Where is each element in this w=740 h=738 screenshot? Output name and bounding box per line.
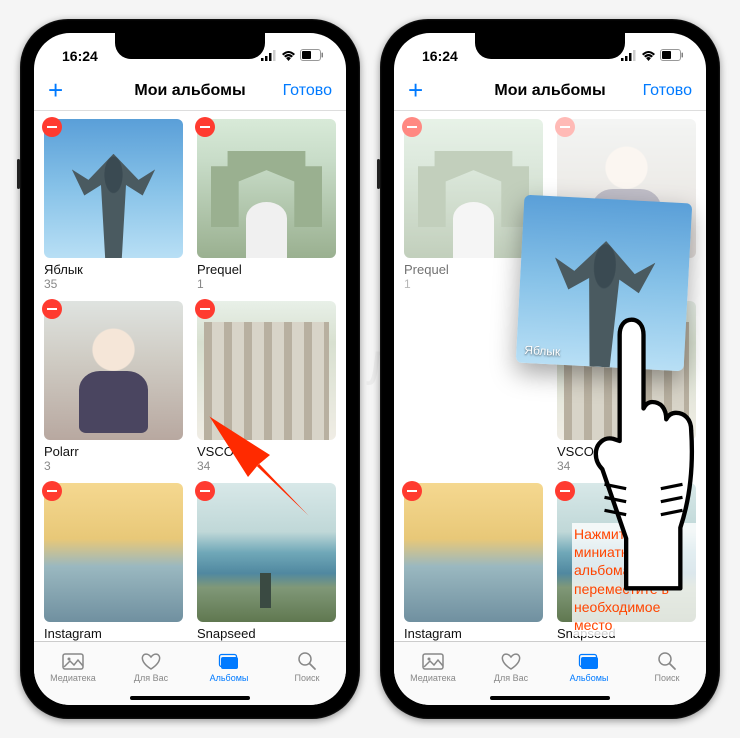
done-button[interactable]: Готово	[282, 82, 332, 100]
tab-label: Поиск	[655, 673, 680, 683]
delete-icon[interactable]	[555, 481, 575, 501]
album-thumbnail[interactable]	[44, 483, 183, 622]
album-name: Polarr	[44, 444, 183, 459]
dragging-album-name: Яблык	[524, 343, 561, 359]
status-time: 16:24	[62, 48, 98, 64]
tab-search[interactable]: Поиск	[268, 642, 346, 691]
album-name: VSCO	[557, 444, 696, 459]
wifi-icon	[281, 48, 296, 64]
signal-icon	[261, 48, 277, 64]
page-title: Мои альбомы	[134, 82, 245, 100]
album-thumbnail[interactable]	[404, 483, 543, 622]
foryou-icon	[140, 651, 162, 671]
albums-icon	[578, 651, 600, 671]
tab-albums[interactable]: Альбомы	[550, 642, 628, 691]
notch	[115, 33, 265, 59]
wifi-icon	[641, 48, 656, 64]
album-name: Яблык	[44, 262, 183, 277]
delete-icon[interactable]	[195, 299, 215, 319]
battery-icon	[300, 48, 324, 64]
delete-icon[interactable]	[42, 481, 62, 501]
album-count: 34	[197, 459, 336, 473]
album-thumbnail[interactable]	[44, 301, 183, 440]
battery-icon	[660, 48, 684, 64]
album-item[interactable]: VSCO 34	[197, 301, 336, 473]
delete-icon[interactable]	[402, 117, 422, 137]
delete-icon[interactable]	[195, 481, 215, 501]
album-item[interactable]: Instagram 9	[404, 483, 543, 641]
search-icon	[656, 651, 678, 671]
home-indicator[interactable]	[490, 696, 610, 700]
album-count: 35	[44, 277, 183, 291]
foryou-icon	[500, 651, 522, 671]
tab-library[interactable]: Медиатека	[394, 642, 472, 691]
status-time: 16:24	[422, 48, 458, 64]
album-count: 34	[557, 459, 696, 473]
tab-library[interactable]: Медиатека	[34, 642, 112, 691]
tab-foryou[interactable]: Для Вас	[112, 642, 190, 691]
library-icon	[422, 651, 444, 671]
add-button[interactable]: +	[48, 75, 98, 106]
library-icon	[62, 651, 84, 671]
albums-icon	[218, 651, 240, 671]
delete-icon[interactable]	[42, 117, 62, 137]
phone-right: 16:24 + Мои альбомы Готово Prequel 1	[380, 19, 720, 719]
album-item[interactable]: Prequel 1	[197, 119, 336, 291]
tab-label: Для Вас	[494, 673, 528, 683]
nav-bar: + Мои альбомы Готово	[34, 71, 346, 111]
album-thumbnail[interactable]	[197, 301, 336, 440]
album-item[interactable]: Polarr 3	[44, 301, 183, 473]
done-button[interactable]: Готово	[642, 82, 692, 100]
phone-left: 16:24 + Мои альбомы Готово	[20, 19, 360, 719]
delete-icon[interactable]	[195, 117, 215, 137]
tab-label: Медиатека	[50, 673, 96, 683]
album-thumbnail[interactable]	[44, 119, 183, 258]
album-thumbnail[interactable]	[197, 119, 336, 258]
album-name: VSCO	[197, 444, 336, 459]
page-title: Мои альбомы	[494, 82, 605, 100]
album-item[interactable]: Яблык 35	[44, 119, 183, 291]
album-name: Instagram	[44, 626, 183, 641]
album-name: Snapseed	[197, 626, 336, 641]
tab-albums[interactable]: Альбомы	[190, 642, 268, 691]
tab-label: Медиатека	[410, 673, 456, 683]
tab-label: Поиск	[295, 673, 320, 683]
dragging-album[interactable]: Яблык	[516, 195, 693, 372]
instruction-text: Нажмите на миниатюру альбома и перемести…	[572, 523, 702, 636]
album-thumbnail[interactable]	[197, 483, 336, 622]
album-item[interactable]: Instagram 9	[44, 483, 183, 641]
delete-icon[interactable]	[402, 481, 422, 501]
album-count: 3	[44, 459, 183, 473]
tab-search[interactable]: Поиск	[628, 642, 706, 691]
signal-icon	[621, 48, 637, 64]
album-name: Instagram	[404, 626, 543, 641]
home-indicator[interactable]	[130, 696, 250, 700]
album-item[interactable]: Snapseed 9	[197, 483, 336, 641]
tab-label: Альбомы	[210, 673, 249, 683]
tab-label: Для Вас	[134, 673, 168, 683]
notch	[475, 33, 625, 59]
tab-label: Альбомы	[570, 673, 609, 683]
delete-icon[interactable]	[42, 299, 62, 319]
tab-foryou[interactable]: Для Вас	[472, 642, 550, 691]
album-count: 1	[197, 277, 336, 291]
album-name: Prequel	[197, 262, 336, 277]
delete-icon[interactable]	[555, 117, 575, 137]
nav-bar: + Мои альбомы Готово	[394, 71, 706, 111]
search-icon	[296, 651, 318, 671]
add-button[interactable]: +	[408, 75, 458, 106]
